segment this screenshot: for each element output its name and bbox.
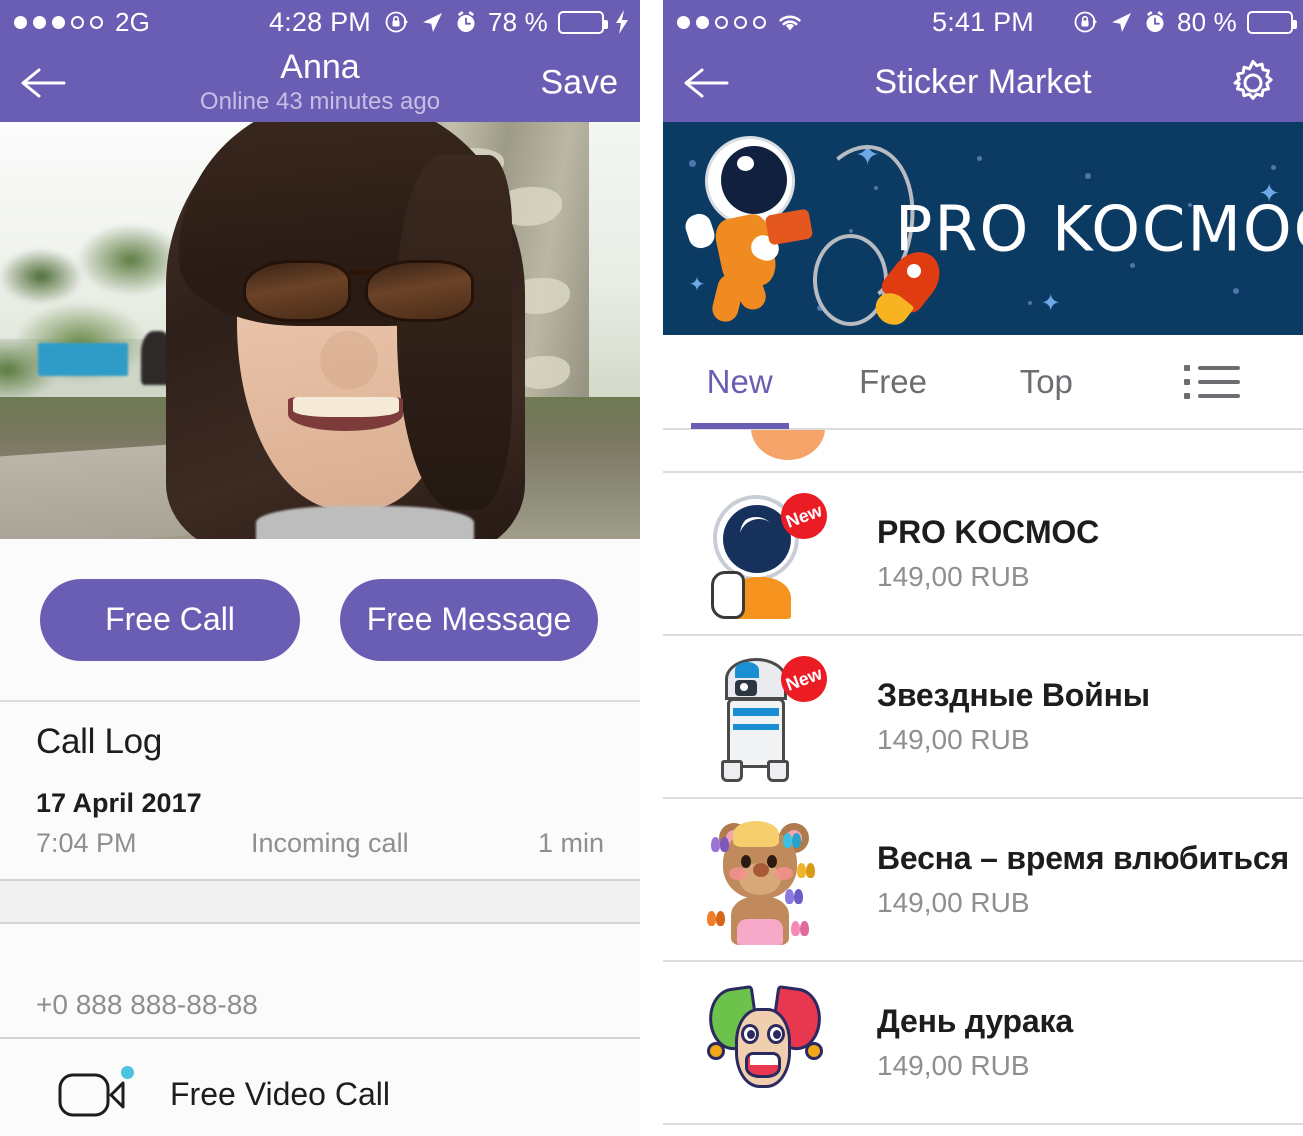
status-bar-left: 2G 4:28 PM 78 % bbox=[0, 0, 640, 44]
call-entry-type: Incoming call bbox=[251, 828, 409, 858]
profile-action-buttons: Free Call Free Message bbox=[0, 539, 640, 702]
sticker-thumbnail-jester bbox=[704, 978, 826, 1108]
sticker-meta: День дурака 149,00 RUB bbox=[877, 1003, 1073, 1082]
sticker-price: 149,00 RUB bbox=[877, 1050, 1030, 1081]
location-arrow-icon bbox=[1111, 13, 1131, 32]
call-entry-time: 7:04 PM bbox=[36, 828, 137, 858]
list-icon[interactable] bbox=[1123, 361, 1303, 403]
sticker-list-item[interactable]: Весна – время влюбиться 149,00 RUB bbox=[663, 799, 1303, 962]
sticker-name: День дурака bbox=[877, 1003, 1073, 1039]
battery-percent-right: 80 % bbox=[1176, 6, 1237, 37]
save-button[interactable]: Save bbox=[541, 64, 619, 103]
rotation-lock-icon bbox=[385, 11, 408, 33]
sticker-market-title-block: Sticker Market bbox=[773, 44, 1193, 122]
call-log-heading: Call Log bbox=[36, 722, 163, 761]
back-arrow-icon[interactable] bbox=[18, 61, 70, 105]
sticker-thumbnail-kosmos: New bbox=[705, 486, 834, 619]
battery-icon-left bbox=[558, 10, 608, 34]
call-log-date: 17 April 2017 bbox=[36, 788, 202, 818]
nav-bar-left: Anna Online 43 minutes ago Save bbox=[0, 44, 640, 122]
free-video-call-label: Free Video Call bbox=[170, 1075, 390, 1112]
free-message-button[interactable]: Free Message bbox=[340, 578, 598, 661]
contact-online-status: Online 43 minutes ago bbox=[199, 87, 441, 115]
contact-title-block: Anna Online 43 minutes ago bbox=[110, 44, 530, 122]
alarm-clock-icon bbox=[1146, 11, 1164, 32]
rotation-lock-icon bbox=[1074, 11, 1097, 33]
partially-scrolled-sticker-row[interactable] bbox=[663, 430, 1303, 473]
sticker-list-tail bbox=[663, 1125, 1303, 1136]
sticker-name: PRO KOCMOC bbox=[877, 514, 1100, 550]
status-bar-right: 5:41 PM 80 % bbox=[663, 0, 1303, 44]
free-call-button[interactable]: Free Call bbox=[40, 578, 300, 661]
sticker-pack-banner[interactable]: ✦ ✦ ✦ ✦ ✦ PRO KOCMOC bbox=[663, 122, 1303, 335]
sticker-list-item[interactable]: День дурака 149,00 RUB bbox=[663, 962, 1303, 1125]
sticker-price: 149,00 RUB bbox=[877, 561, 1030, 592]
call-entry-duration: 1 min bbox=[537, 828, 604, 858]
battery-percent-left: 78 % bbox=[487, 6, 548, 37]
gear-icon[interactable] bbox=[1227, 57, 1279, 109]
profile-photo[interactable] bbox=[0, 122, 640, 539]
call-log-section: Call Log 17 April 2017 7:04 PM Incoming … bbox=[0, 702, 640, 881]
page-title: Sticker Market bbox=[874, 63, 1092, 102]
sunglasses bbox=[243, 259, 474, 323]
call-log-entry[interactable]: 7:04 PM Incoming call 1 min bbox=[36, 828, 604, 859]
battery-icon-right bbox=[1247, 10, 1297, 34]
rocket-window bbox=[907, 264, 921, 278]
status-bar-right-group: 78 % bbox=[384, 0, 630, 44]
sticker-price: 149,00 RUB bbox=[877, 887, 1030, 918]
back-arrow-icon[interactable] bbox=[681, 61, 733, 105]
sticker-price: 149,00 RUB bbox=[877, 724, 1030, 755]
location-arrow-icon bbox=[422, 13, 442, 32]
video-badge-dot bbox=[121, 1066, 134, 1079]
banner-logo-text: PRO KOCMOC bbox=[895, 192, 1303, 265]
tab-new[interactable]: New bbox=[663, 334, 816, 429]
sticker-name: Весна – время влюбиться bbox=[877, 840, 1289, 876]
contact-profile-screen: 2G 4:28 PM 78 % Anna Online 43 minutes a… bbox=[0, 0, 640, 1136]
sticker-meta: PRO KOCMOC 149,00 RUB bbox=[877, 514, 1099, 593]
sticker-list-item[interactable]: New Звездные Войны 149,00 RUB bbox=[663, 636, 1303, 799]
sticker-market-tabs: New Free Top bbox=[663, 335, 1303, 430]
phone-number-value: +0 888 888-88-88 bbox=[36, 989, 258, 1020]
sticker-meta: Весна – время влюбиться 149,00 RUB bbox=[877, 840, 1289, 919]
sticker-thumbnail-r2d2: New bbox=[705, 649, 834, 782]
sticker-thumb-partial bbox=[751, 430, 825, 460]
alarm-clock-icon bbox=[457, 11, 475, 32]
contact-name: Anna bbox=[280, 48, 360, 87]
sticker-thumbnail-bear bbox=[705, 815, 823, 945]
free-video-call-row[interactable]: Free Video Call bbox=[0, 1039, 640, 1136]
screenshot-stage: 2G 4:28 PM 78 % Anna Online 43 minutes a… bbox=[0, 0, 1303, 1136]
tab-top[interactable]: Top bbox=[970, 334, 1123, 429]
section-divider-band bbox=[0, 881, 640, 924]
charging-bolt-icon bbox=[616, 10, 628, 34]
video-camera-icon bbox=[58, 1066, 134, 1119]
sticker-name: Звездные Войны bbox=[877, 677, 1150, 713]
phone-number-row[interactable]: +0 888 888-88-88 bbox=[0, 924, 640, 1039]
status-bar-right-group-right: 80 % bbox=[1073, 0, 1297, 44]
sticker-list-item[interactable]: New PRO KOCMOC 149,00 RUB bbox=[663, 473, 1303, 636]
nav-bar-right: Sticker Market bbox=[663, 44, 1303, 122]
sticker-market-screen: 5:41 PM 80 % Sticker Market ✦ ✦ ✦ ✦ PRO … bbox=[663, 0, 1303, 1136]
sticker-meta: Звездные Войны 149,00 RUB bbox=[877, 677, 1150, 756]
tab-free[interactable]: Free bbox=[816, 334, 969, 429]
